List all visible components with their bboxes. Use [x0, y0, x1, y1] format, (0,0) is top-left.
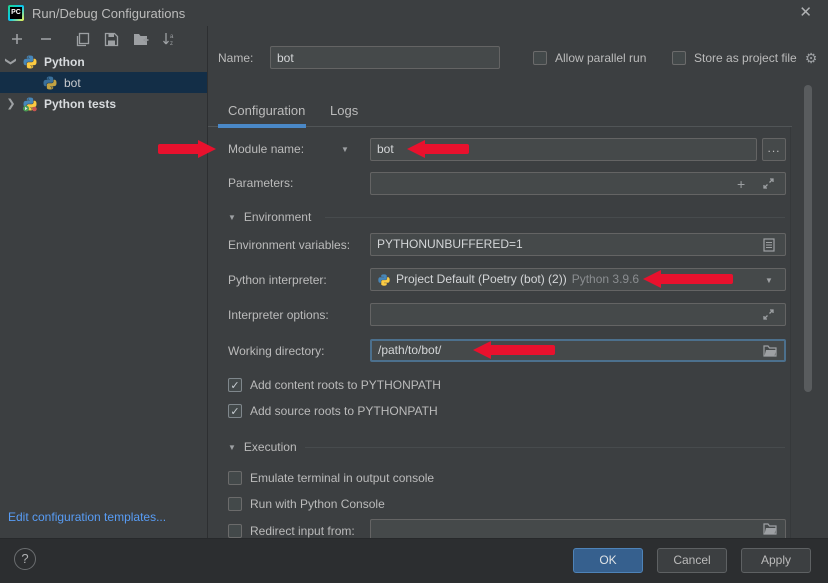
tree-item-bot[interactable]: bot: [0, 72, 207, 93]
python-interpreter-label: Python interpreter:: [228, 273, 327, 287]
python-run-config-icon: [42, 75, 58, 91]
gear-icon[interactable]: ⚙: [805, 50, 818, 67]
title-bar: PC Run/Debug Configurations ✕: [0, 0, 828, 26]
chevron-right-icon[interactable]: ❯: [6, 97, 16, 110]
sort-alphabetically-icon[interactable]: az: [161, 31, 178, 48]
tab-configuration[interactable]: Configuration: [228, 103, 305, 118]
store-as-project-file-label: Store as project file: [694, 51, 797, 65]
allow-parallel-run-checkbox[interactable]: Allow parallel run: [533, 50, 646, 66]
tab-bar: Configuration Logs: [208, 100, 792, 127]
environment-section-header[interactable]: ▼ Environment: [228, 210, 311, 224]
chevron-down-icon[interactable]: ❯: [5, 57, 18, 67]
copy-configuration-icon[interactable]: [74, 31, 91, 48]
checkbox-checked-icon[interactable]: ✓: [228, 378, 242, 392]
environment-variables-input[interactable]: PYTHONUNBUFFERED=1: [370, 233, 786, 256]
environment-section-title: Environment: [244, 210, 311, 224]
redirect-input-checkbox[interactable]: Redirect input from:: [228, 523, 355, 539]
python-icon: [22, 54, 38, 70]
help-button[interactable]: ?: [14, 548, 36, 570]
run-debug-configurations-dialog: PC Run/Debug Configurations ✕ az ❯: [0, 0, 828, 583]
content-right-edge: [790, 127, 791, 538]
annotation-arrow-interpreter: [643, 270, 733, 288]
working-directory-label: Working directory:: [228, 344, 324, 358]
add-macro-icon[interactable]: +: [737, 172, 745, 195]
name-label: Name:: [218, 51, 253, 65]
module-browse-button[interactable]: ...: [762, 138, 786, 161]
env-vars-list-icon[interactable]: [763, 233, 775, 256]
checkbox-icon[interactable]: [533, 51, 547, 65]
checkbox-icon[interactable]: [228, 471, 242, 485]
vertical-scrollbar[interactable]: [804, 85, 812, 392]
configurations-toolbar: az: [0, 27, 207, 51]
expand-field-icon[interactable]: [762, 303, 775, 326]
add-configuration-icon[interactable]: [8, 31, 25, 48]
checkbox-icon[interactable]: [228, 524, 242, 538]
cancel-button[interactable]: Cancel: [657, 548, 727, 573]
remove-configuration-icon[interactable]: [37, 31, 54, 48]
interpreter-options-label: Interpreter options:: [228, 308, 329, 322]
interpreter-version: Python 3.9.6: [572, 269, 639, 290]
close-icon[interactable]: ✕: [799, 3, 812, 21]
store-as-project-file-checkbox[interactable]: Store as project file ⚙: [672, 50, 817, 66]
checkbox-icon[interactable]: [672, 51, 686, 65]
collapse-triangle-icon[interactable]: ▼: [228, 213, 236, 222]
tree-item-label: Python tests: [44, 97, 116, 111]
tree-item-python-group[interactable]: ❯ Python: [0, 51, 207, 72]
svg-text:a: a: [170, 34, 174, 40]
folder-icon[interactable]: [763, 519, 777, 539]
interpreter-options-input[interactable]: [370, 303, 786, 326]
section-divider: [305, 447, 785, 448]
folder-icon[interactable]: [763, 339, 777, 362]
run-with-python-console-checkbox[interactable]: Run with Python Console: [228, 496, 385, 512]
tree-item-python-tests-group[interactable]: ❯ Python tests: [0, 93, 207, 114]
add-content-roots-checkbox[interactable]: ✓ Add content roots to PYTHONPATH: [228, 377, 441, 393]
expand-field-icon[interactable]: [762, 172, 775, 195]
execution-section-header[interactable]: ▼ Execution: [228, 440, 297, 454]
dialog-footer: ? OK Cancel Apply: [0, 538, 828, 583]
execution-section-title: Execution: [244, 440, 297, 454]
emulate-terminal-checkbox[interactable]: Emulate terminal in output console: [228, 470, 434, 486]
pycharm-logo-icon: PC: [8, 5, 24, 21]
save-configuration-icon[interactable]: [103, 31, 120, 48]
checkbox-checked-icon[interactable]: ✓: [228, 404, 242, 418]
edit-configuration-templates-link[interactable]: Edit configuration templates...: [8, 510, 166, 524]
apply-button[interactable]: Apply: [741, 548, 811, 573]
window-title: Run/Debug Configurations: [32, 6, 185, 21]
add-source-roots-checkbox[interactable]: ✓ Add source roots to PYTHONPATH: [228, 403, 438, 419]
configurations-tree: ❯ Python bot ❯ Python tests: [0, 51, 207, 114]
tree-item-label: bot: [64, 76, 81, 90]
annotation-arrow-module-label: [158, 140, 216, 158]
emulate-terminal-label: Emulate terminal in output console: [250, 471, 434, 485]
annotation-arrow-working-directory: [473, 341, 555, 359]
ok-button[interactable]: OK: [573, 548, 643, 573]
redirect-input-label: Redirect input from:: [250, 524, 355, 538]
parameters-label: Parameters:: [228, 176, 293, 190]
run-with-python-console-label: Run with Python Console: [250, 497, 385, 511]
checkbox-icon[interactable]: [228, 497, 242, 511]
section-divider: [325, 217, 785, 218]
tree-item-label: Python: [44, 55, 85, 69]
python-tests-icon: [22, 96, 38, 112]
parameters-input[interactable]: [370, 172, 786, 195]
working-directory-input[interactable]: /path/to/bot/: [370, 339, 786, 362]
tab-logs[interactable]: Logs: [330, 103, 358, 118]
allow-parallel-run-label: Allow parallel run: [555, 51, 646, 65]
annotation-arrow-module-value: [407, 140, 469, 158]
collapse-triangle-icon[interactable]: ▼: [228, 443, 236, 452]
environment-variables-label: Environment variables:: [228, 238, 350, 252]
interpreter-name: Project Default (Poetry (bot) (2)): [396, 269, 567, 290]
add-content-roots-label: Add content roots to PYTHONPATH: [250, 378, 441, 392]
new-folder-icon[interactable]: [132, 31, 149, 48]
interpreter-dropdown-icon[interactable]: ▼: [765, 276, 773, 285]
name-input[interactable]: [270, 46, 500, 69]
module-name-label: Module name:: [228, 142, 304, 156]
module-mode-dropdown-icon[interactable]: ▼: [341, 145, 349, 154]
active-tab-underline: [218, 124, 306, 128]
add-source-roots-label: Add source roots to PYTHONPATH: [250, 404, 438, 418]
python-icon: [377, 273, 391, 287]
svg-text:z: z: [170, 41, 173, 47]
